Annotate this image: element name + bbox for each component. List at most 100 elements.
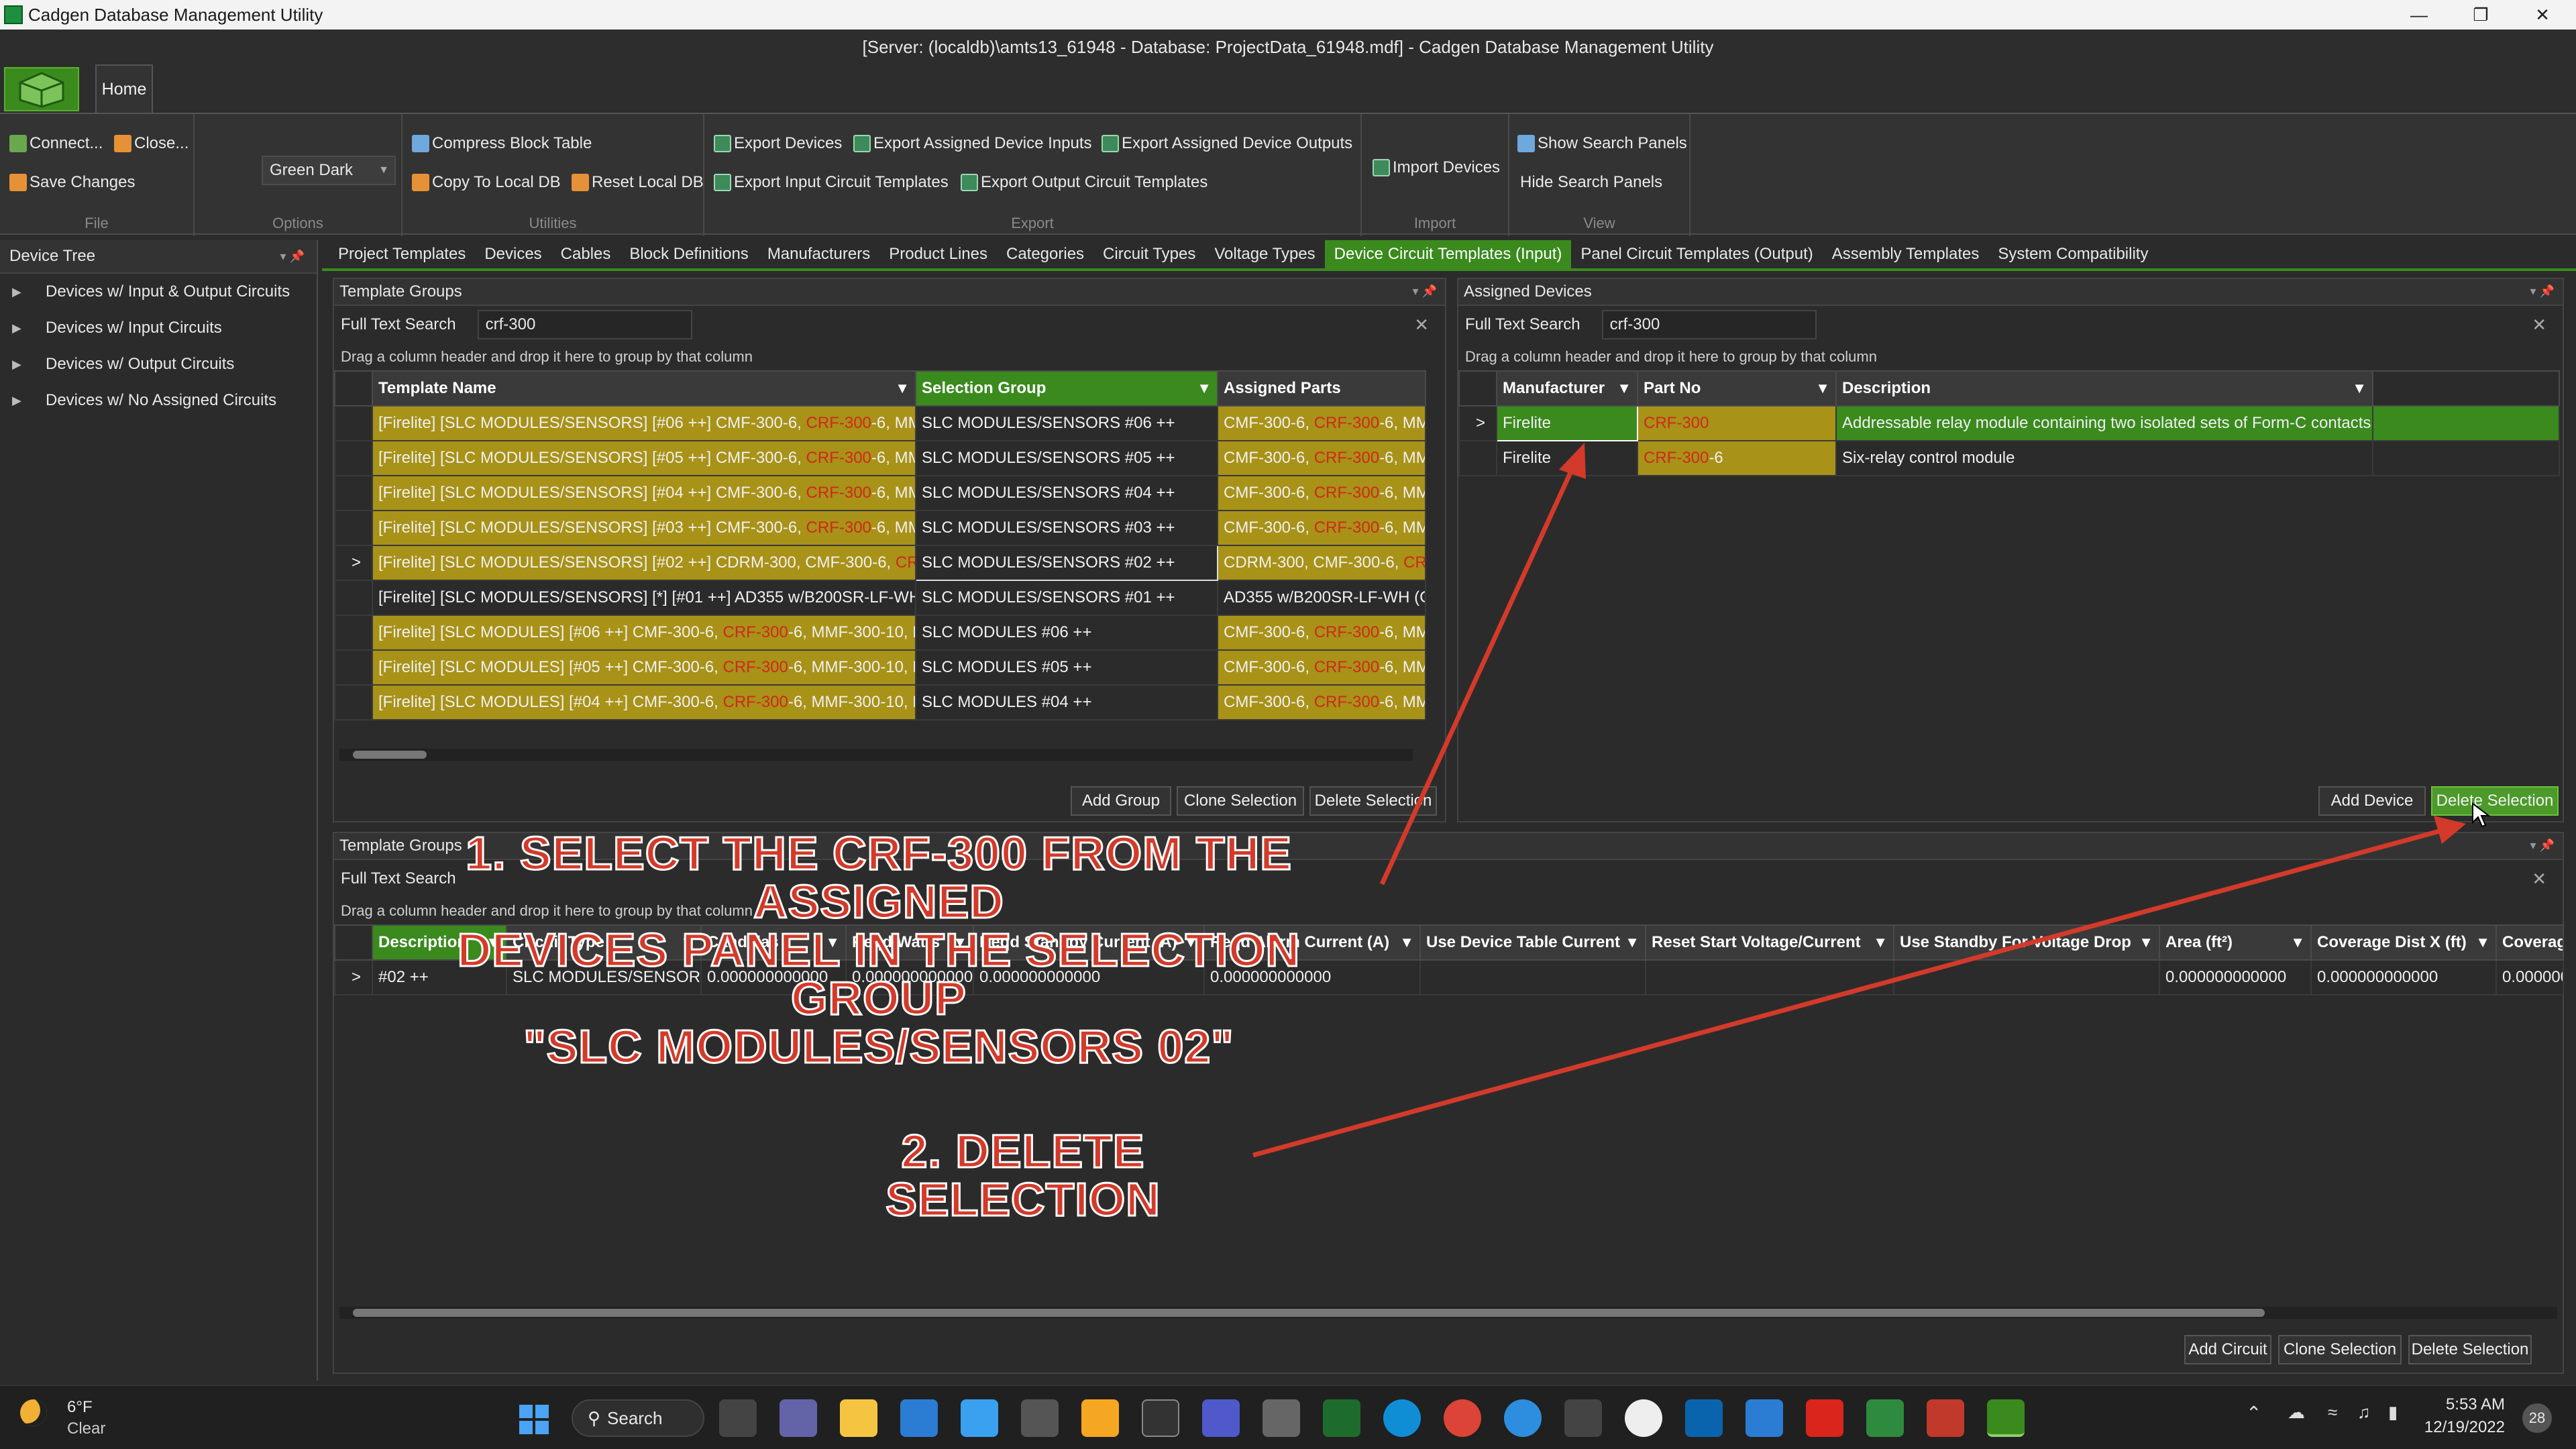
compress-block-table-button[interactable]: Compress Block Table [412, 134, 592, 153]
expand-icon[interactable]: ▶ [12, 394, 21, 408]
expand-icon[interactable]: ▶ [12, 285, 21, 299]
selection-group-cell[interactable]: SLC MODULES #06 ++ [915, 614, 1218, 651]
column-template-name[interactable]: Template Name ▼ [372, 370, 916, 407]
table-row[interactable]: [Firelite] [SLC MODULES] [#04 ++] CMF-30… [334, 684, 1426, 720]
save-changes-button[interactable]: Save Changes [9, 173, 135, 192]
clock-date[interactable]: 12/19/2022 [2418, 1418, 2505, 1437]
tree-item-no-circuits[interactable]: ▶ Devices w/ No Assigned Circuits [0, 382, 317, 419]
column-circuit-9[interactable]: Area (ft²) ▼ [2159, 924, 2312, 961]
calculator-icon[interactable] [1021, 1399, 1059, 1437]
column-assigned-parts[interactable]: Assigned Parts [1217, 370, 1426, 407]
column-circuit-6[interactable]: Use Device Table Current ▼ [1419, 924, 1646, 961]
restore-button[interactable]: ❐ [2450, 0, 2512, 30]
volume-icon[interactable]: ♫ [2357, 1402, 2371, 1423]
row-expand-icon[interactable]: > [1458, 405, 1497, 441]
template-name-cell[interactable]: [Firelite] [SLC MODULES] [#05 ++] CMF-30… [372, 649, 916, 686]
row-header[interactable] [334, 580, 373, 616]
column-circuit-11[interactable]: Coverag [2496, 924, 2564, 961]
app-icon-red[interactable] [1927, 1399, 1964, 1437]
circuit-cell-7[interactable] [1645, 959, 1894, 996]
tab-categories[interactable]: Categories [997, 240, 1093, 268]
teams-icon[interactable] [1202, 1399, 1240, 1437]
column-manufacturer[interactable]: Manufacturer ▼ [1496, 370, 1638, 407]
app-icon-circle[interactable] [1504, 1399, 1542, 1437]
assigned-parts-cell[interactable]: CMF-300-6, CRF-300-6, MMI [1217, 475, 1426, 511]
expand-icon[interactable]: ▶ [12, 321, 21, 335]
windows-start-icon[interactable] [518, 1403, 550, 1436]
export-assigned-outputs-button[interactable]: Export Assigned Device Outputs [1102, 134, 1352, 153]
clock-time[interactable]: 5:53 AM [2418, 1395, 2505, 1414]
selection-group-cell[interactable]: SLC MODULES/SENSORS #04 ++ [915, 475, 1218, 511]
tab-device-circuit-templates[interactable]: Device Circuit Templates (Input) [1324, 240, 1572, 268]
add-device-button[interactable]: Add Device [2318, 786, 2426, 816]
row-header[interactable] [334, 405, 373, 441]
show-search-panels-button[interactable]: Show Search Panels [1517, 134, 1687, 153]
table-row[interactable]: > [Firelite] [SLC MODULES/SENSORS] [#02 +… [334, 545, 1426, 581]
tab-project-templates[interactable]: Project Templates [329, 240, 475, 268]
column-circuit-10[interactable]: Coverage Dist X (ft) ▼ [2310, 924, 2497, 961]
template-name-cell[interactable]: [Firelite] [SLC MODULES] [#06 ++] CMF-30… [372, 614, 916, 651]
table-row[interactable]: [Firelite] [SLC MODULES] [#05 ++] CMF-30… [334, 649, 1426, 686]
assigned-parts-cell[interactable]: CMF-300-6, CRF-300-6, MMI [1217, 440, 1426, 476]
description-cell[interactable]: Addressable relay module containing two … [1835, 405, 2373, 441]
tab-devices[interactable]: Devices [475, 240, 551, 268]
row-header[interactable] [334, 684, 373, 720]
filter-icon[interactable]: ▼ [2139, 934, 2153, 951]
reset-local-db-button[interactable]: Reset Local DB [572, 173, 704, 192]
app-menu-button[interactable] [4, 67, 79, 111]
row-expand-icon[interactable]: > [334, 545, 373, 581]
selection-group-cell[interactable]: SLC MODULES/SENSORS #01 ++ [915, 580, 1218, 616]
connect-button[interactable]: Connect... [9, 134, 103, 153]
table-row[interactable]: [Firelite] [SLC MODULES/SENSORS] [*] [#0… [334, 580, 1426, 616]
tree-item-output[interactable]: ▶ Devices w/ Output Circuits [0, 346, 317, 382]
browser-icon[interactable] [1081, 1399, 1119, 1437]
snipping-tool-icon[interactable] [961, 1399, 998, 1437]
template-name-cell[interactable]: [Firelite] [SLC MODULES/SENSORS] [#03 ++… [372, 510, 916, 546]
pdf-icon[interactable] [1806, 1399, 1843, 1437]
assigned-parts-cell[interactable]: CMF-300-6, CRF-300-6, MMI [1217, 614, 1426, 651]
column-circuit-8[interactable]: Use Standby For Voltage Drop ▼ [1893, 924, 2160, 961]
theme-select[interactable]: Green Dark ▼ [262, 156, 396, 185]
selection-group-cell[interactable]: SLC MODULES #04 ++ [915, 684, 1218, 720]
cp-app-icon[interactable] [1323, 1399, 1360, 1437]
file-explorer-icon[interactable] [840, 1399, 877, 1437]
delete-circuit-selection-button[interactable]: Delete Selection [2408, 1335, 2532, 1364]
table-row[interactable]: [Firelite] [SLC MODULES/SENSORS] [#04 ++… [334, 475, 1426, 511]
dell-icon[interactable] [1625, 1399, 1662, 1437]
clear-search-icon[interactable]: ✕ [2532, 315, 2546, 335]
template-name-cell[interactable]: [Firelite] [SLC MODULES] [#04 ++] CMF-30… [372, 684, 916, 720]
manufacturer-cell[interactable]: Firelite [1496, 405, 1638, 441]
column-circuit-7[interactable]: Reset Start Voltage/Current ▼ [1645, 924, 1894, 961]
scrollbar-thumb[interactable] [353, 1309, 2265, 1317]
selection-group-cell[interactable]: SLC MODULES/SENSORS #03 ++ [915, 510, 1218, 546]
column-part-no[interactable]: Part No ▼ [1637, 370, 1837, 407]
filter-icon[interactable]: ▼ [895, 380, 910, 397]
column-description[interactable]: Description ▼ [1835, 370, 2373, 407]
tab-block-definitions[interactable]: Block Definitions [620, 240, 757, 268]
wifi-icon[interactable]: ≈ [2328, 1402, 2337, 1423]
tab-manufacturers[interactable]: Manufacturers [758, 240, 879, 268]
copy-to-local-db-button[interactable]: Copy To Local DB [412, 173, 561, 192]
part-no-cell[interactable]: CRF-300 [1637, 405, 1837, 441]
table-row[interactable]: > Firelite CRF-300 Addressable relay mod… [1458, 405, 2560, 441]
add-circuit-button[interactable]: Add Circuit [2184, 1335, 2271, 1364]
settings-app-icon[interactable] [1746, 1399, 1783, 1437]
circuit-cell-11[interactable]: 0.000000 [2496, 959, 2564, 996]
tree-item-input-output[interactable]: ▶ Devices w/ Input & Output Circuits [0, 274, 317, 310]
pin-icon[interactable]: ▾ 📌 [2530, 284, 2555, 299]
row-header[interactable] [334, 440, 373, 476]
chrome-icon[interactable] [1444, 1399, 1481, 1437]
clear-search-icon[interactable]: ✕ [2532, 869, 2546, 890]
selection-group-cell[interactable]: SLC MODULES/SENSORS #02 ++ [915, 545, 1218, 581]
pin-icon[interactable]: ▾ 📌 [1413, 284, 1437, 299]
tab-voltage-types[interactable]: Voltage Types [1205, 240, 1324, 268]
speedometer-icon[interactable] [1142, 1399, 1179, 1437]
part-no-cell[interactable]: CRF-300-6 [1637, 440, 1837, 476]
clone-circuit-selection-button[interactable]: Clone Selection [2278, 1335, 2402, 1364]
export-output-templates-button[interactable]: Export Output Circuit Templates [961, 173, 1208, 192]
horizontal-scrollbar[interactable] [339, 749, 1413, 761]
table-row[interactable]: [Firelite] [SLC MODULES/SENSORS] [#06 ++… [334, 405, 1426, 441]
pin-icon[interactable]: ▾ 📌 [280, 250, 305, 264]
pin-icon[interactable]: ▾ 📌 [2530, 839, 2555, 853]
filter-icon[interactable]: ▼ [1399, 934, 1414, 951]
